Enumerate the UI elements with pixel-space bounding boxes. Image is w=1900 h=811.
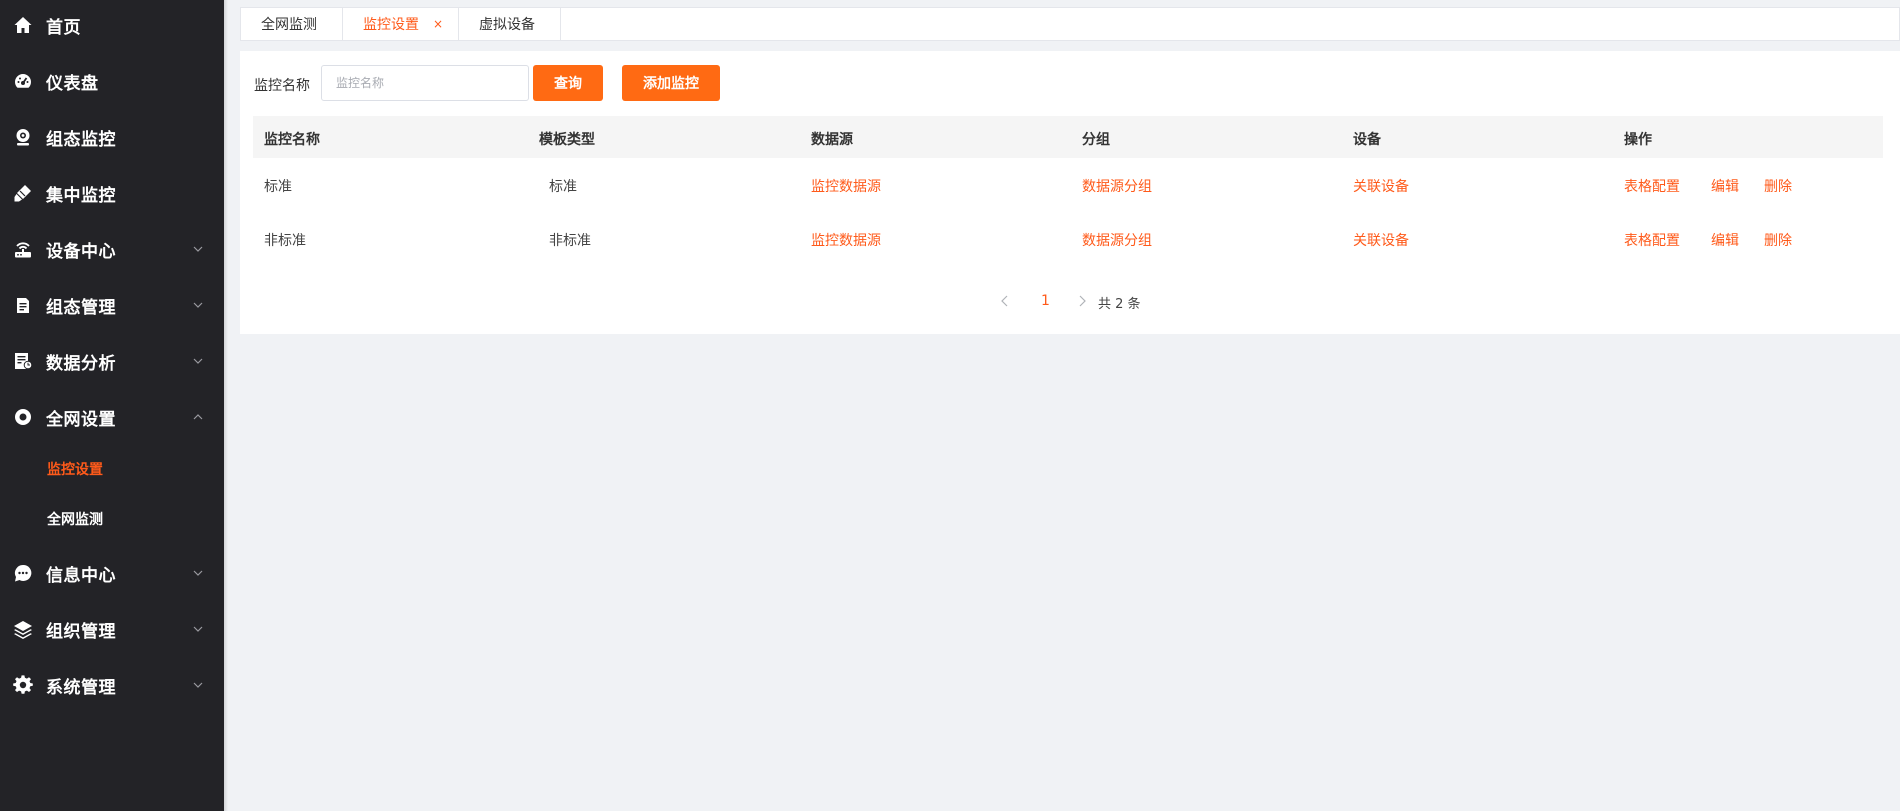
sidebar-item-info-center[interactable]: 信息中心 xyxy=(0,545,224,601)
sidebar-item-label: 组态管理 xyxy=(46,297,116,318)
sidebar-item-device-center[interactable]: 设备中心 xyxy=(0,221,224,277)
tab-label: 全网监测 xyxy=(261,17,317,33)
column-header-actions: 操作 xyxy=(1624,132,1652,148)
table-row: 非标准 非标准 监控数据源 数据源分组 关联设备 表格配置 编辑 删除 xyxy=(253,212,1883,266)
tab-label: 虚拟设备 xyxy=(479,17,535,33)
tab-network-monitoring[interactable]: 全网监测 xyxy=(241,8,343,40)
delete-link[interactable]: 删除 xyxy=(1764,230,1792,250)
main-card: 监控名称 查询 添加监控 监控名称 模板类型 数据源 分组 设备 操作 标准 标… xyxy=(240,51,1900,334)
column-header-device: 设备 xyxy=(1353,132,1381,148)
cell-template: 标准 xyxy=(549,179,577,195)
cell-template: 非标准 xyxy=(549,233,591,249)
sidebar-item-config-manage[interactable]: 组态管理 xyxy=(0,277,224,333)
chat-bubble-icon xyxy=(13,563,33,583)
brush-icon xyxy=(13,183,33,203)
pagination-total: 共 2 条 xyxy=(1098,297,1141,312)
datasource-link[interactable]: 监控数据源 xyxy=(811,230,881,250)
device-link[interactable]: 关联设备 xyxy=(1353,176,1409,196)
cell-name: 标准 xyxy=(264,179,292,195)
device-link[interactable]: 关联设备 xyxy=(1353,230,1409,250)
search-label: 监控名称 xyxy=(254,78,310,94)
chevron-down-icon xyxy=(192,567,204,579)
sidebar-subitem-monitor-settings[interactable]: 监控设置 xyxy=(0,444,224,494)
search-input[interactable] xyxy=(321,65,529,101)
chevron-down-icon xyxy=(192,243,204,255)
tab-monitor-settings[interactable]: 监控设置 × xyxy=(343,8,459,40)
datasource-link[interactable]: 监控数据源 xyxy=(811,176,881,196)
close-icon[interactable]: × xyxy=(433,17,443,31)
edit-link[interactable]: 编辑 xyxy=(1711,176,1739,196)
sidebar-item-label: 全网设置 xyxy=(46,409,116,430)
tab-virtual-devices[interactable]: 虚拟设备 xyxy=(459,8,561,40)
sidebar-subitem-network-monitoring[interactable]: 全网监测 xyxy=(0,494,224,544)
camera-icon xyxy=(13,127,33,147)
sidebar-item-label: 首页 xyxy=(46,17,81,38)
sidebar-item-label: 仪表盘 xyxy=(46,73,99,94)
delete-link[interactable]: 删除 xyxy=(1764,176,1792,196)
sidebar-item-config-monitor[interactable]: 组态监控 xyxy=(0,109,224,165)
table-header: 监控名称 模板类型 数据源 分组 设备 操作 xyxy=(253,116,1883,158)
sidebar-subitem-label: 监控设置 xyxy=(47,462,103,478)
column-header-group: 分组 xyxy=(1082,132,1110,148)
chevron-down-icon xyxy=(192,623,204,635)
cell-name: 非标准 xyxy=(264,233,306,249)
sidebar-item-label: 系统管理 xyxy=(46,677,116,698)
group-link[interactable]: 数据源分组 xyxy=(1082,230,1152,250)
sidebar-item-label: 组织管理 xyxy=(46,621,116,642)
dashboard-icon xyxy=(13,71,33,91)
chevron-down-icon xyxy=(192,299,204,311)
next-page-icon[interactable] xyxy=(1077,295,1087,307)
table-config-link[interactable]: 表格配置 xyxy=(1624,176,1680,196)
layers-icon xyxy=(13,619,33,639)
sidebar-item-org-manage[interactable]: 组织管理 xyxy=(0,601,224,657)
sidebar-item-central-monitor[interactable]: 集中监控 xyxy=(0,165,224,221)
chevron-up-icon xyxy=(192,411,204,423)
page-number[interactable]: 1 xyxy=(1041,293,1050,309)
tab-label: 监控设置 xyxy=(363,17,419,33)
tabs-bar: 全网监测 监控设置 × 虚拟设备 xyxy=(240,7,1900,41)
sidebar-item-network-settings[interactable]: 全网设置 xyxy=(0,389,224,445)
sidebar: 首页 仪表盘 组态监控 集中监控 设备中心 组态管理 数据分析 全网设置 监控设… xyxy=(0,0,224,811)
sidebar-item-data-analysis[interactable]: 数据分析 xyxy=(0,333,224,389)
home-icon xyxy=(13,15,33,35)
sidebar-item-label: 信息中心 xyxy=(46,565,116,586)
ring-settings-icon xyxy=(13,407,33,427)
gear-icon xyxy=(13,675,33,695)
group-link[interactable]: 数据源分组 xyxy=(1082,176,1152,196)
router-icon xyxy=(13,239,33,259)
sidebar-shadow xyxy=(224,0,228,811)
add-monitor-button[interactable]: 添加监控 xyxy=(622,65,720,101)
sidebar-item-label: 集中监控 xyxy=(46,185,116,206)
column-header-datasource: 数据源 xyxy=(811,132,853,148)
report-icon xyxy=(13,351,33,371)
sidebar-item-home[interactable]: 首页 xyxy=(0,0,224,53)
sidebar-item-dashboard[interactable]: 仪表盘 xyxy=(0,53,224,109)
query-button[interactable]: 查询 xyxy=(533,65,603,101)
table-row: 标准 标准 监控数据源 数据源分组 关联设备 表格配置 编辑 删除 xyxy=(253,158,1883,212)
column-header-template: 模板类型 xyxy=(539,132,595,148)
sidebar-item-label: 组态监控 xyxy=(46,129,116,150)
sidebar-item-label: 设备中心 xyxy=(46,241,116,262)
column-header-name: 监控名称 xyxy=(264,132,320,148)
chevron-down-icon xyxy=(192,679,204,691)
table-config-link[interactable]: 表格配置 xyxy=(1624,230,1680,250)
sidebar-item-label: 数据分析 xyxy=(46,353,116,374)
sidebar-subitem-label: 全网监测 xyxy=(47,512,103,528)
sidebar-item-system-manage[interactable]: 系统管理 xyxy=(0,657,224,713)
edit-link[interactable]: 编辑 xyxy=(1711,230,1739,250)
clipboard-icon xyxy=(13,295,33,315)
prev-page-icon[interactable] xyxy=(1000,295,1010,307)
chevron-down-icon xyxy=(192,355,204,367)
